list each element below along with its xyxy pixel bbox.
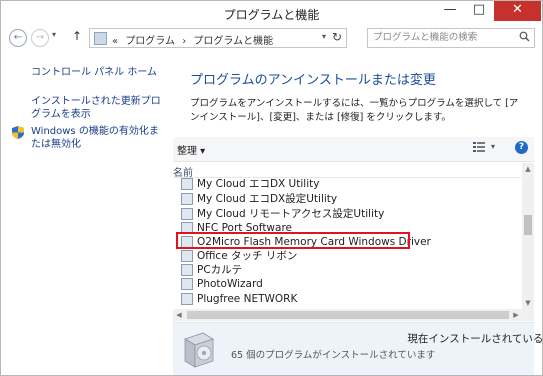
refresh-icon[interactable]: ↻ — [332, 30, 342, 44]
breadcrumb-separator[interactable]: › — [182, 36, 186, 47]
program-name: My Cloud リモートアクセス設定Utility — [197, 208, 385, 220]
control-panel-home-link[interactable]: コントロール パネル ホーム — [31, 66, 157, 79]
column-header-row: 名前 — [173, 163, 521, 179]
scroll-left-icon[interactable]: ◀ — [173, 309, 185, 321]
list-item[interactable]: My Cloud エコDX Utility — [181, 177, 481, 191]
address-bar[interactable]: « プログラム › プログラムと機能 ▾ ↻ — [89, 28, 347, 48]
program-name: Plugfree NETWORK — [197, 293, 298, 305]
navigation-bar: ← → ▾ ↑ « プログラム › プログラムと機能 ▾ ↻ — [1, 27, 542, 49]
software-box-icon — [184, 332, 214, 368]
highlight-box — [176, 232, 410, 249]
program-icon — [181, 208, 193, 220]
breadcrumb-programs[interactable]: プログラム — [125, 36, 175, 47]
program-icon — [181, 250, 193, 262]
breadcrumb-programs-features[interactable]: プログラムと機能 — [193, 36, 273, 47]
up-button[interactable]: ↑ — [72, 29, 82, 43]
program-name: My Cloud エコDX設定Utility — [197, 193, 338, 205]
program-name: PhotoWizard — [197, 278, 263, 290]
forward-button[interactable]: → — [31, 29, 49, 47]
scroll-down-icon[interactable]: ▼ — [522, 297, 534, 309]
scroll-right-icon[interactable]: ▶ — [510, 309, 522, 321]
installed-programs-count: 65 個のプログラムがインストールされています — [231, 350, 436, 361]
organize-button[interactable]: 整理 ▾ — [177, 142, 205, 157]
view-details-icon[interactable] — [473, 142, 485, 153]
program-icon — [181, 193, 193, 205]
help-icon[interactable]: ? — [515, 141, 528, 154]
maximize-button[interactable]: □ — [465, 1, 493, 21]
breadcrumb-overflow[interactable]: « — [112, 36, 118, 47]
program-icon — [181, 264, 193, 276]
recent-locations-dropdown[interactable]: ▾ — [52, 30, 56, 39]
installed-updates-link[interactable]: インストールされた更新プログラムを表示 — [31, 95, 166, 121]
search-icon[interactable] — [519, 31, 530, 45]
control-panel-icon — [94, 32, 107, 45]
view-dropdown[interactable]: ▾ — [491, 142, 495, 151]
list-item[interactable]: My Cloud エコDX設定Utility — [181, 192, 481, 206]
vertical-scrollbar[interactable]: ▲ ▼ — [522, 163, 534, 309]
sidebar: コントロール パネル ホーム インストールされた更新プログラムを表示 Windo… — [1, 49, 171, 375]
breadcrumb: « プログラム › プログラムと機能 — [112, 32, 277, 47]
minimize-button[interactable]: — — [436, 1, 464, 21]
horizontal-scrollbar[interactable]: ◀ ▶ — [173, 309, 534, 321]
search-box[interactable] — [367, 28, 535, 48]
list-item[interactable]: Plugfree NETWORK — [181, 292, 481, 306]
address-dropdown-icon[interactable]: ▾ — [322, 32, 326, 41]
scroll-up-icon[interactable]: ▲ — [522, 163, 534, 175]
program-name: My Cloud エコDX Utility — [197, 178, 320, 190]
program-icon — [181, 293, 193, 305]
list-item[interactable]: PCカルテ — [181, 263, 481, 277]
shield-icon — [12, 126, 24, 139]
page-description: プログラムをアンインストールするには、一覧からプログラムを選択して [アンインス… — [190, 98, 519, 123]
close-button[interactable]: ✕ — [494, 1, 541, 21]
title-bar: プログラムと機能 — □ ✕ — [1, 1, 542, 25]
window: プログラムと機能 — □ ✕ ← → ▾ ↑ « プログラム › プログラムと機… — [0, 0, 543, 376]
program-icon — [181, 178, 193, 190]
page-title: プログラムのアンインストールまたは変更 — [190, 73, 436, 88]
list-item[interactable]: PhotoWizard — [181, 277, 481, 291]
scrollbar-thumb[interactable] — [524, 215, 532, 235]
back-button[interactable]: ← — [9, 29, 27, 47]
windows-features-link[interactable]: Windows の機能の有効化または無効化 — [31, 125, 161, 151]
search-input[interactable] — [373, 31, 513, 44]
program-name: PCカルテ — [197, 264, 243, 276]
installed-programs-title: 現在インストールされているプログラム — [407, 333, 543, 345]
program-icon — [181, 278, 193, 290]
command-bar: 整理 ▾ ▾ ? — [173, 137, 534, 162]
details-pane: 現在インストールされているプログラム 65 個のプログラムがインストールされてい… — [173, 322, 542, 375]
program-name: Office タッチ リボン — [197, 250, 298, 262]
scrollbar-thumb[interactable] — [187, 311, 509, 319]
list-item[interactable]: Office タッチ リボン — [181, 249, 481, 263]
list-item[interactable]: My Cloud リモートアクセス設定Utility — [181, 207, 481, 221]
